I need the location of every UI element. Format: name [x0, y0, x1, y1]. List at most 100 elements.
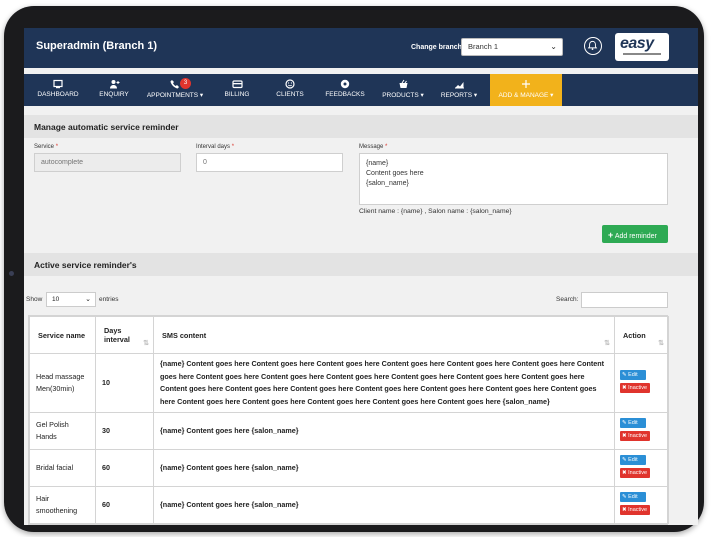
manage-section-header: Manage automatic service reminder	[24, 115, 698, 138]
nav-dashboard[interactable]: DASHBOARD	[32, 74, 84, 106]
message-line-1: {name}	[366, 160, 389, 167]
main-nav: DASHBOARD ENQUIRY 3 APPOINTMENTS ▾ BILLI…	[24, 74, 698, 106]
days-cell: 30	[95, 412, 154, 450]
column-header-action[interactable]: Action ⇅	[614, 316, 669, 354]
entries-select-value: 10	[52, 296, 60, 303]
service-cell: Hair smoothening	[29, 486, 96, 524]
nav-feedbacks[interactable]: FEEDBACKS	[323, 74, 367, 106]
table-row: Hair smoothening 60 {name} Content goes …	[29, 486, 669, 524]
column-header-sms[interactable]: SMS content ⇅	[153, 316, 615, 354]
nav-billing-label: BILLING	[224, 91, 250, 98]
nav-reports-label: REPORTS ▾	[440, 92, 478, 99]
logo-text: easy	[620, 35, 654, 52]
days-cell: 60	[95, 449, 154, 487]
inactive-button[interactable]: ✖ Inactive	[620, 431, 650, 441]
search-input[interactable]	[581, 292, 668, 308]
plus-icon: +	[608, 230, 614, 240]
logo-underline	[623, 53, 661, 55]
sms-cell: {name} Content goes here {salon_name}	[153, 486, 615, 524]
brand-logo: easy	[615, 33, 669, 61]
appointments-badge: 3	[180, 78, 191, 89]
service-cell: Bridal facial	[29, 449, 96, 487]
reports-icon	[454, 82, 464, 89]
message-line-2: Content goes here	[366, 170, 424, 177]
nav-reports[interactable]: REPORTS ▾	[438, 74, 480, 106]
nav-billing[interactable]: BILLING	[219, 74, 255, 106]
inactive-button[interactable]: ✖ Inactive	[620, 383, 650, 393]
nav-add-manage[interactable]: ADD & MANAGE ▾	[490, 74, 562, 106]
branch-select[interactable]: Branch 1 ⌄	[461, 38, 563, 56]
message-textarea[interactable]: {name} Content goes here {salon_name}	[359, 153, 668, 205]
tablet-frame: Superadmin (Branch 1) Change branch : Br…	[4, 6, 704, 532]
nav-enquiry[interactable]: ENQUIRY	[94, 74, 134, 106]
edit-button[interactable]: ✎ Edit	[620, 492, 646, 502]
products-icon	[399, 79, 407, 88]
add-reminder-label: Add reminder	[614, 233, 657, 240]
change-branch-label: Change branch :	[411, 44, 467, 51]
smile-icon	[285, 79, 295, 89]
reminders-table: Service name Days interval ⇅ SMS content ⇅…	[28, 315, 669, 525]
action-cell: ✎ Edit ✖ Inactive	[614, 353, 669, 413]
table-row: Bridal facial 60 {name} Content goes her…	[29, 449, 669, 487]
nav-products-label: PRODUCTS ▾	[382, 92, 424, 99]
sms-cell: {name} Content goes here {salon_name}	[153, 412, 615, 450]
nav-products[interactable]: PRODUCTS ▾	[380, 74, 426, 106]
add-reminder-button[interactable]: + Add reminder	[602, 225, 668, 243]
nav-feedbacks-label: FEEDBACKS	[325, 91, 365, 98]
edit-button[interactable]: ✎ Edit	[620, 418, 646, 428]
service-label: Service *	[34, 144, 59, 150]
branch-select-value: Branch 1	[468, 42, 499, 51]
phone-icon	[170, 80, 179, 89]
sort-icon: ⇅	[604, 340, 610, 347]
edit-button[interactable]: ✎ Edit	[620, 455, 646, 465]
action-cell: ✎ Edit ✖ Inactive	[614, 412, 669, 450]
nav-appointments-label: APPOINTMENTS ▾	[146, 92, 204, 99]
nav-appointments[interactable]: 3 APPOINTMENTS ▾	[144, 74, 206, 106]
billing-icon	[231, 80, 243, 89]
table-row: Gel Polish Hands 30 {name} Content goes …	[29, 412, 669, 450]
nav-clients[interactable]: CLIENTS	[272, 74, 308, 106]
service-input[interactable]	[34, 153, 181, 172]
message-label: Message *	[359, 144, 388, 150]
service-cell: Head massage Men(30min)	[29, 353, 96, 413]
user-plus-icon	[109, 80, 119, 89]
top-header: Superadmin (Branch 1) Change branch : Br…	[24, 28, 698, 68]
entries-label: entries	[99, 296, 119, 303]
entries-select[interactable]: 10 ⌄	[46, 292, 96, 307]
placeholder-hint: Client name : {name} , Salon name : {sal…	[359, 208, 512, 215]
nav-dashboard-label: DASHBOARD	[37, 91, 79, 98]
app-screen: Superadmin (Branch 1) Change branch : Br…	[24, 28, 698, 525]
notification-bell-icon[interactable]	[584, 37, 602, 55]
service-cell: Gel Polish Hands	[29, 412, 96, 450]
days-cell: 60	[95, 486, 154, 524]
message-line-3: {salon_name}	[366, 180, 409, 187]
dashboard-icon	[53, 79, 63, 89]
nav-add-manage-label: ADD & MANAGE ▾	[498, 92, 554, 99]
camera-dot	[9, 271, 14, 276]
page-title: Superadmin (Branch 1)	[36, 40, 158, 52]
inactive-button[interactable]: ✖ Inactive	[620, 468, 650, 478]
sms-cell: {name} Content goes here Content goes he…	[153, 353, 615, 413]
edit-button[interactable]: ✎ Edit	[620, 370, 646, 380]
inactive-button[interactable]: ✖ Inactive	[620, 505, 650, 515]
plus-icon	[522, 80, 530, 88]
table-header-row: Service name Days interval ⇅ SMS content ⇅…	[29, 316, 669, 354]
action-cell: ✎ Edit ✖ Inactive	[614, 486, 669, 524]
interval-days-label: Interval days *	[196, 144, 235, 150]
interval-days-input[interactable]	[196, 153, 343, 172]
active-section-header: Active service reminder's	[24, 253, 698, 276]
column-header-days[interactable]: Days interval ⇅	[95, 316, 154, 354]
column-header-service[interactable]: Service name	[29, 316, 96, 354]
sort-icon: ⇅	[658, 340, 664, 347]
action-cell: ✎ Edit ✖ Inactive	[614, 449, 669, 487]
nav-enquiry-label: ENQUIRY	[99, 91, 129, 98]
sort-icon: ⇅	[143, 340, 149, 347]
table-row: Head massage Men(30min) 10 {name} Conten…	[29, 353, 669, 413]
nav-clients-label: CLIENTS	[276, 91, 304, 98]
feedback-icon	[340, 79, 350, 89]
chevron-down-icon: ⌄	[85, 296, 91, 303]
sms-cell: {name} Content goes here {salon_name}	[153, 449, 615, 487]
search-label: Search:	[556, 296, 579, 303]
days-cell: 10	[95, 353, 154, 413]
chevron-down-icon: ⌄	[550, 42, 557, 51]
